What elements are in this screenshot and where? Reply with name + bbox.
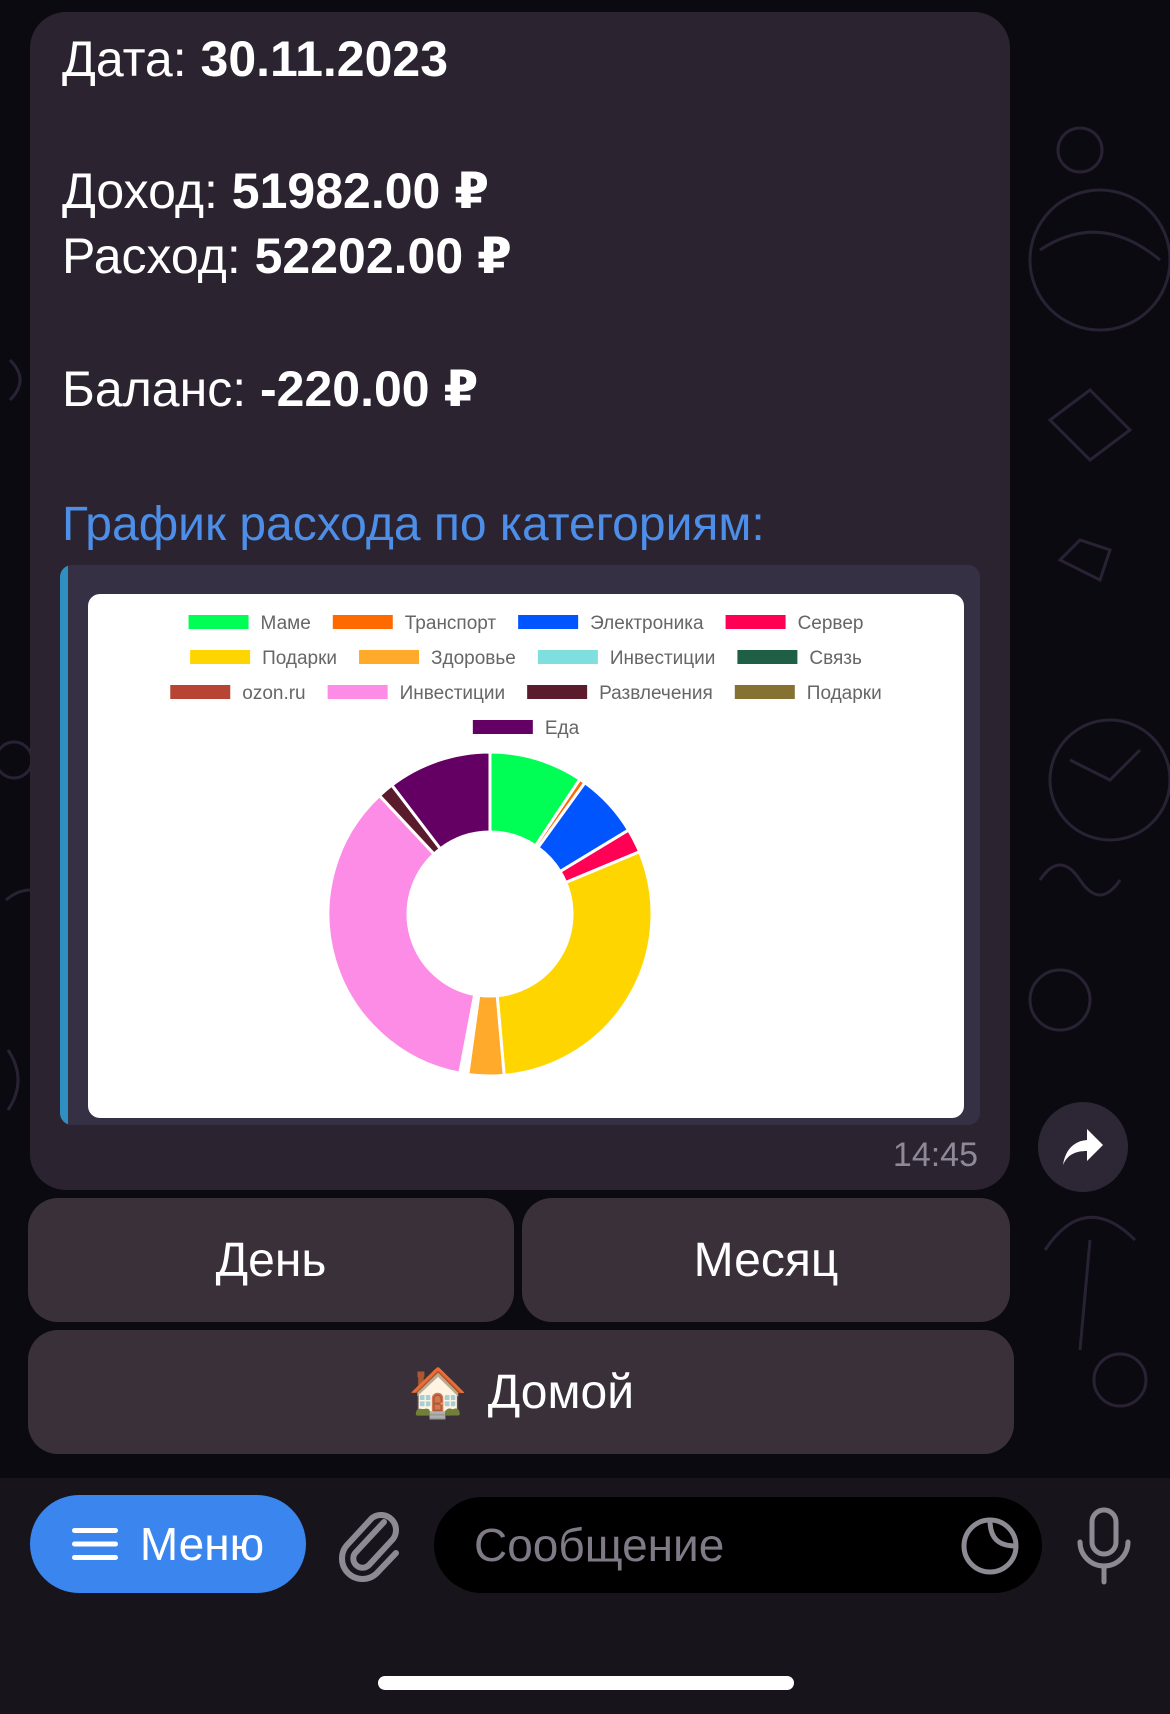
- hamburger-icon: [71, 1528, 118, 1560]
- legend-swatch: [537, 650, 598, 664]
- legend-item: Связь: [737, 648, 862, 669]
- legend-swatch: [327, 685, 388, 699]
- legend-swatch: [188, 615, 249, 629]
- legend-item: Маме: [188, 613, 311, 634]
- share-icon: [1063, 1129, 1103, 1165]
- legend-item: Сервер: [725, 613, 864, 634]
- legend-label: Транспорт: [405, 613, 497, 634]
- legend-swatch: [332, 615, 393, 629]
- balance-label: Баланс:: [62, 361, 247, 417]
- message-bubble: Дата: 30.11.2023 Доход: 51982.00 ₽ Расхо…: [30, 12, 1010, 1190]
- legend-label: Инвестиции: [610, 648, 716, 669]
- donut-chart: Маме Транспорт Электроника Сервер Подарки Здо…: [170, 613, 882, 1078]
- home-button-label: Домой: [487, 1365, 634, 1419]
- legend-label: Развлечения: [599, 683, 713, 704]
- expense-line: Расход: 52202.00 ₽: [62, 227, 512, 285]
- legend-label: Маме: [261, 613, 311, 634]
- legend-label: Электроника: [590, 613, 704, 634]
- legend-item: Подарки: [190, 648, 337, 669]
- chart-image[interactable]: Маме Транспорт Электроника Сервер Подарки Здо…: [88, 594, 964, 1118]
- legend-item: Инвестиции: [327, 683, 506, 704]
- income-line: Доход: 51982.00 ₽: [62, 162, 489, 220]
- date-label: Дата:: [62, 31, 187, 87]
- legend-item: ozon.ru: [170, 683, 306, 704]
- house-emoji: 🏠: [407, 1366, 468, 1420]
- month-button[interactable]: Месяц: [522, 1198, 1010, 1322]
- donut-slice: [495, 849, 654, 1078]
- legend-label: Здоровье: [431, 648, 516, 669]
- date-value: 30.11.2023: [200, 31, 449, 87]
- legend-swatch: [359, 650, 420, 664]
- paperclip-icon[interactable]: [338, 1508, 404, 1584]
- legend-item: Здоровье: [359, 648, 516, 669]
- legend-swatch: [737, 650, 798, 664]
- legend-swatch: [170, 685, 231, 699]
- share-button[interactable]: [1038, 1102, 1128, 1192]
- legend-item: Электроника: [518, 613, 704, 634]
- legend-swatch: [190, 650, 251, 664]
- message-input[interactable]: [434, 1497, 1042, 1593]
- legend-swatch: [527, 685, 588, 699]
- legend-swatch: [725, 615, 786, 629]
- legend-label: Подарки: [262, 648, 337, 669]
- balance-value: -220.00 ₽: [260, 361, 479, 417]
- day-button[interactable]: День: [28, 1198, 514, 1322]
- balance-line: Баланс: -220.00 ₽: [62, 360, 478, 418]
- month-button-label: Месяц: [693, 1233, 839, 1287]
- sticker-icon[interactable]: [960, 1516, 1020, 1576]
- microphone-icon[interactable]: [1074, 1506, 1134, 1586]
- legend-swatch: [472, 720, 533, 734]
- legend-label: Подарки: [807, 683, 882, 704]
- legend-item: Инвестиции: [537, 648, 716, 669]
- legend-item: Подарки: [734, 683, 882, 704]
- menu-button-label: Меню: [139, 1518, 265, 1570]
- legend-swatch: [734, 685, 795, 699]
- menu-button[interactable]: Меню: [30, 1495, 306, 1593]
- message-time: 14:45: [892, 1136, 978, 1174]
- legend-item: Развлечения: [527, 683, 713, 704]
- home-indicator: [378, 1676, 794, 1690]
- legend-label: ozon.ru: [242, 683, 305, 704]
- income-label: Доход:: [62, 163, 218, 219]
- preview-accent-bar: [60, 565, 68, 1125]
- chart-heading: График расхода по категориям:: [62, 498, 765, 551]
- legend-item: Еда: [472, 718, 580, 739]
- legend-label: Сервер: [798, 613, 864, 634]
- expense-label: Расход:: [62, 228, 241, 284]
- date-line: Дата: 30.11.2023: [62, 30, 448, 88]
- day-button-label: День: [215, 1233, 327, 1287]
- expense-value: 52202.00 ₽: [254, 228, 512, 284]
- legend-swatch: [518, 615, 579, 629]
- legend-label: Еда: [545, 718, 580, 739]
- legend-label: Инвестиции: [400, 683, 506, 704]
- legend-item: Транспорт: [332, 613, 497, 634]
- home-button[interactable]: 🏠 Домой: [28, 1330, 1014, 1454]
- legend-label: Связь: [809, 648, 862, 669]
- income-value: 51982.00 ₽: [231, 163, 490, 219]
